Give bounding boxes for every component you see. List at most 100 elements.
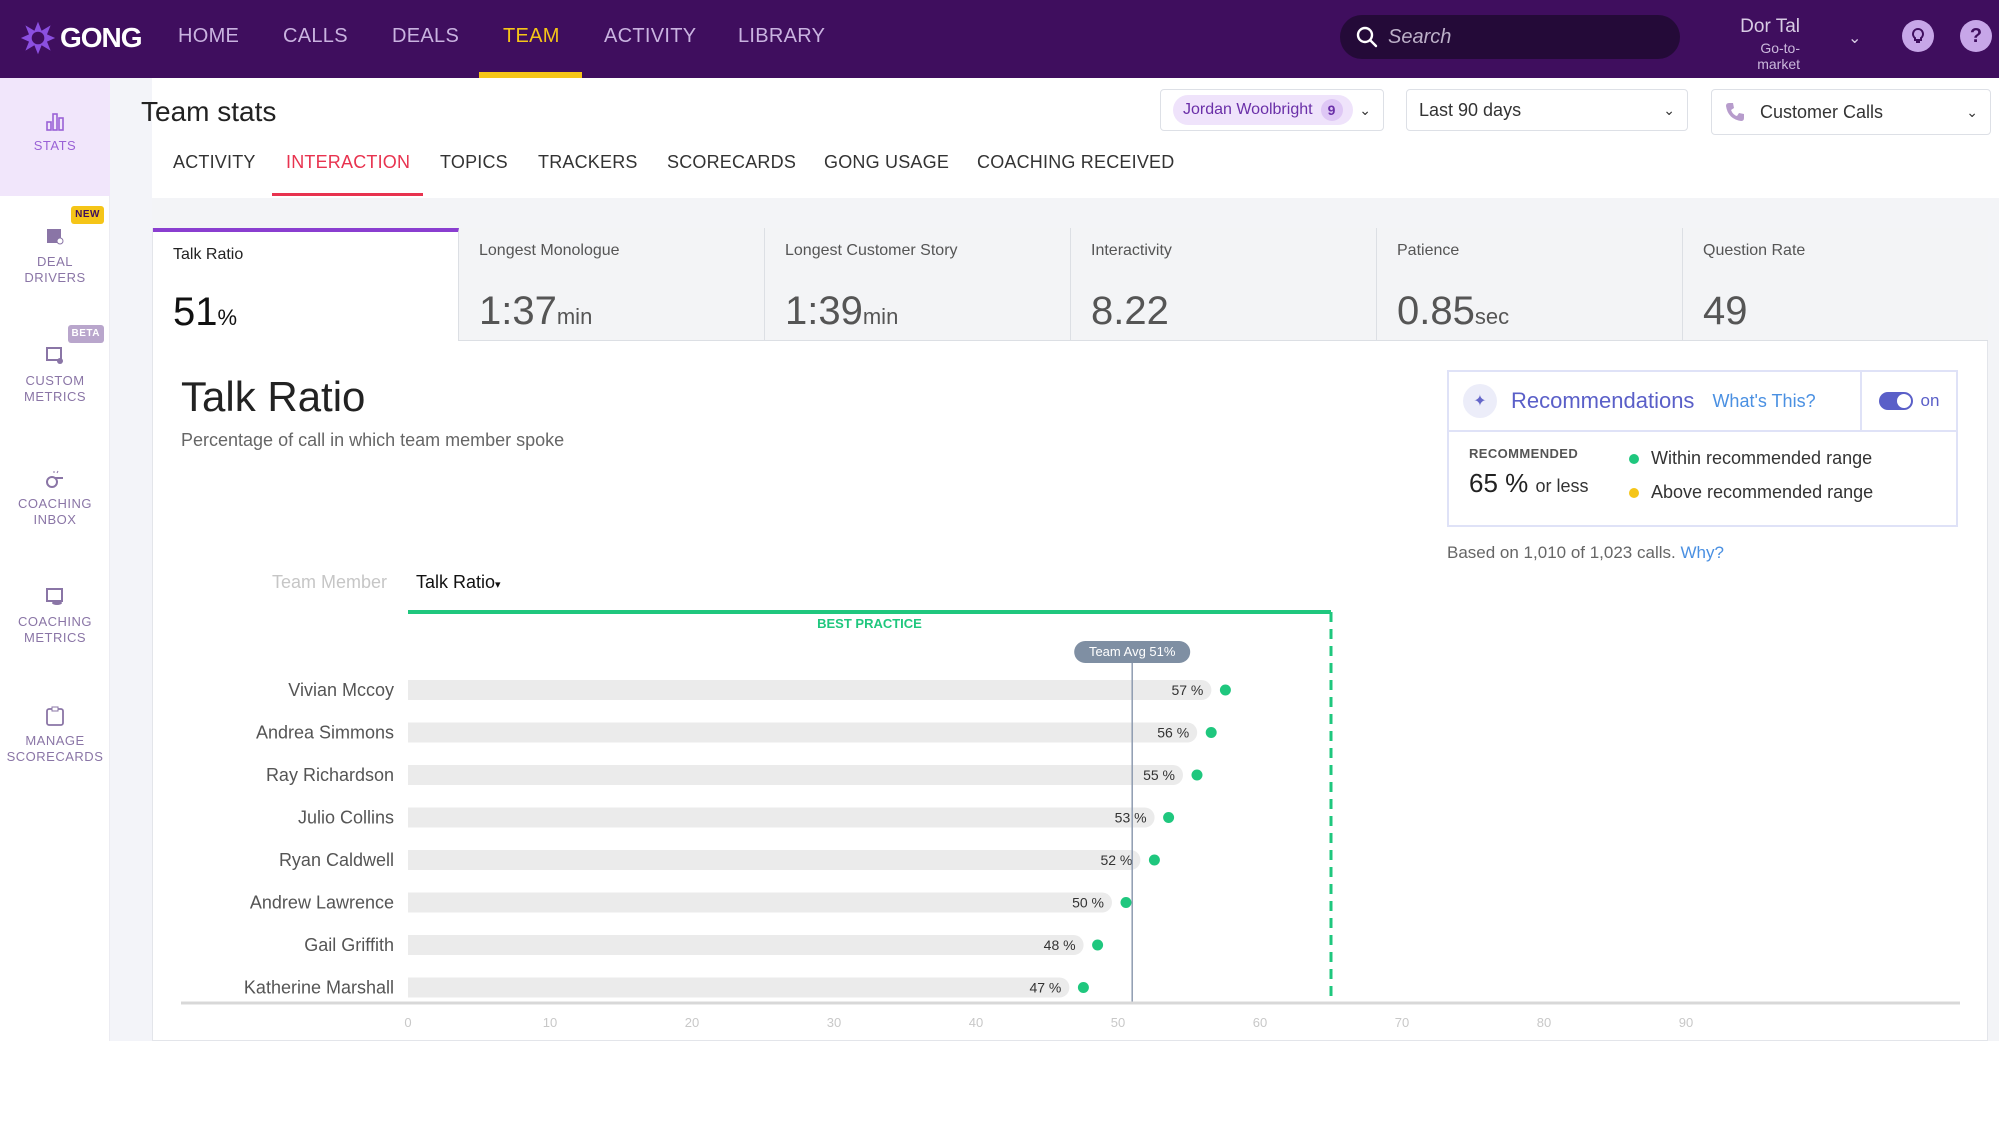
subtab-activity[interactable]: ACTIVITY: [173, 152, 256, 173]
metric-card-question-rate[interactable]: Question Rate 49: [1683, 228, 1988, 341]
search-input[interactable]: [1388, 25, 1648, 49]
whats-this-link[interactable]: What's This?: [1712, 391, 1815, 412]
deal-drivers-icon: [47, 229, 64, 245]
phone-icon: [1726, 103, 1744, 121]
subtab-gong-usage[interactable]: GONG USAGE: [824, 152, 949, 173]
recommendations-title: Recommendations: [1511, 388, 1695, 413]
team-count-badge: 9: [1320, 99, 1343, 121]
recommended-label: RECOMMENDED: [1469, 446, 1579, 461]
sidebar-item-label: COACHING: [17, 614, 93, 629]
sidebar-item-manage-scorecards[interactable]: MANAGE SCORECARDS: [0, 695, 110, 795]
team-name: Jordan Woolbright: [1183, 101, 1313, 118]
toggle-label: on: [1920, 391, 1940, 410]
new-badge: NEW: [71, 206, 104, 224]
subtab-scorecards[interactable]: SCORECARDS: [667, 152, 796, 173]
column-header-team-member[interactable]: Team Member: [272, 572, 387, 593]
sidebar-item-label: INBOX: [33, 512, 77, 527]
metric-value: 0.85sec: [1397, 289, 1510, 333]
why-link[interactable]: Why?: [1680, 543, 1723, 562]
nav-team[interactable]: TEAM: [503, 25, 560, 48]
metric-card-longest-customer-story[interactable]: Longest Customer Story 1:39min: [765, 228, 1071, 341]
metric-value: 51%: [173, 290, 238, 334]
nav-deals[interactable]: DEALS: [392, 25, 459, 48]
column-header-talk-ratio[interactable]: Talk Ratio▾: [416, 572, 501, 593]
metric-label: Patience: [1397, 242, 1460, 259]
top-nav: GONG HOME CALLS DEALS TEAM ACTIVITY LIBR…: [0, 0, 1999, 78]
yellow-dot-icon: [1629, 487, 1639, 498]
legend-within: Within recommended range: [1629, 448, 1872, 469]
team-pill: Jordan Woolbright 9: [1173, 95, 1353, 125]
green-dot-icon: [1629, 453, 1639, 464]
call-type-select[interactable]: Customer Calls ⌄: [1711, 89, 1991, 135]
sidebar-gutter: [110, 78, 152, 1041]
custom-metrics-icon: [46, 347, 63, 364]
nav-active-indicator: [479, 72, 582, 78]
chevron-down-icon: ⌄: [1359, 101, 1371, 118]
legend-above: Above recommended range: [1629, 482, 1873, 503]
sidebar-item-label: SCORECARDS: [6, 749, 104, 764]
nav-library[interactable]: LIBRARY: [738, 25, 825, 48]
period-select[interactable]: Last 90 days ⌄: [1406, 89, 1688, 131]
subtab-interaction[interactable]: INTERACTION: [286, 152, 410, 173]
subtab-coaching-received[interactable]: COACHING RECEIVED: [977, 152, 1174, 173]
metric-card-interactivity[interactable]: Interactivity 8.22: [1071, 228, 1377, 341]
period-value: Last 90 days: [1419, 99, 1522, 120]
chevron-down-icon: ⌄: [1966, 103, 1978, 120]
metric-card-talk-ratio[interactable]: Talk Ratio 51%: [153, 228, 459, 341]
gong-star-icon: [20, 21, 56, 55]
chevron-down-icon: ⌄: [1663, 101, 1675, 118]
metric-value: 1:37min: [479, 289, 593, 333]
subtab-topics[interactable]: TOPICS: [440, 152, 508, 173]
metric-value: 1:39min: [785, 289, 899, 333]
brand-name: GONG: [60, 22, 143, 53]
magic-wand-icon: ✦: [1463, 384, 1497, 418]
stats-panel: [152, 228, 1988, 1041]
coaching-metrics-icon: [46, 588, 63, 605]
left-sidebar: STATS NEW DEAL DRIVERS BETA CUSTOM METRI…: [0, 78, 110, 1041]
metric-label: Interactivity: [1091, 242, 1172, 259]
sidebar-item-coaching-metrics[interactable]: COACHING METRICS: [0, 576, 110, 676]
metric-card-patience[interactable]: Patience 0.85sec: [1377, 228, 1683, 341]
metric-label: Question Rate: [1703, 242, 1806, 259]
recommendations-toggle[interactable]: [1878, 392, 1913, 410]
lightbulb-icon[interactable]: [1902, 20, 1934, 52]
recommendations-body: RECOMMENDED 65 % or less Within recommen…: [1449, 432, 1956, 527]
bar-chart-icon: [46, 113, 64, 131]
nav-calls[interactable]: CALLS: [283, 25, 348, 48]
sidebar-item-stats[interactable]: STATS: [0, 78, 110, 196]
nav-activity[interactable]: ACTIVITY: [604, 25, 696, 48]
sort-icon: ▾: [495, 579, 501, 591]
gong-logo[interactable]: GONG: [20, 18, 143, 58]
chart-title: Talk Ratio: [181, 373, 366, 420]
recommendations-panel: ✦ Recommendations What's This? on RECOMM…: [1447, 370, 1958, 527]
team-filter[interactable]: Jordan Woolbright 9 ⌄: [1160, 89, 1384, 131]
user-role: Go-to-market: [1757, 40, 1800, 72]
whistle-icon: [46, 470, 63, 488]
sidebar-item-label: METRICS: [24, 630, 86, 645]
sidebar-item-label: COACHING: [17, 496, 93, 511]
user-name: Dor Tal: [1740, 16, 1800, 37]
metric-label: Longest Customer Story: [785, 242, 958, 259]
search-icon: [1356, 26, 1378, 48]
search-box[interactable]: [1340, 15, 1680, 59]
sidebar-item-custom-metrics[interactable]: BETA CUSTOM METRICS: [0, 323, 110, 423]
beta-badge: BETA: [67, 325, 104, 343]
chart-subtitle: Percentage of call in which team member …: [181, 430, 565, 450]
help-icon[interactable]: ?: [1960, 20, 1992, 52]
metric-label: Talk Ratio: [173, 246, 244, 263]
page-title: Team stats: [141, 96, 277, 127]
metric-value: 8.22: [1091, 289, 1169, 333]
call-type-value: Customer Calls: [1760, 101, 1884, 122]
sidebar-item-label: DRIVERS: [24, 270, 86, 285]
sidebar-item-label: STATS: [33, 138, 77, 153]
sidebar-item-coaching-inbox[interactable]: COACHING INBOX: [0, 458, 110, 558]
sidebar-item-deal-drivers[interactable]: NEW DEAL DRIVERS: [0, 204, 110, 304]
user-menu[interactable]: Dor Tal Go-to-market: [1720, 16, 1800, 72]
recommended-value: 65 % or less: [1469, 468, 1589, 498]
recommendations-toggle-cell: on: [1860, 372, 1956, 430]
metric-card-longest-monologue[interactable]: Longest Monologue 1:37min: [459, 228, 765, 341]
nav-home[interactable]: HOME: [178, 25, 239, 48]
sidebar-item-label: CUSTOM: [25, 373, 85, 388]
subtab-trackers[interactable]: TRACKERS: [538, 152, 638, 173]
chevron-down-icon[interactable]: ⌄: [1848, 28, 1861, 48]
